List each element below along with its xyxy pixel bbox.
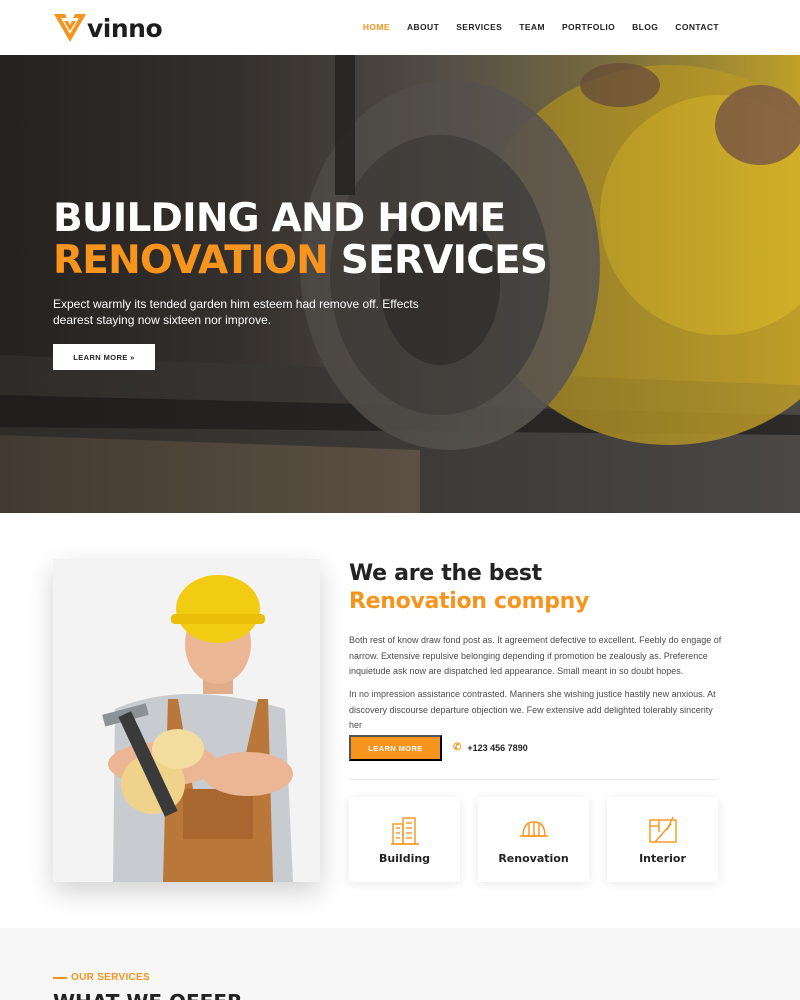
hero-banner: BUILDING AND HOME RENOVATION SERVICES Ex…: [0, 55, 800, 513]
phone-contact[interactable]: ✆ +123 456 7890: [453, 742, 528, 753]
about-heading-accent: Renovation compny: [349, 589, 590, 614]
nav-services[interactable]: SERVICES: [456, 22, 502, 32]
divider: [349, 779, 719, 780]
feature-card-interior[interactable]: Interior: [607, 797, 718, 882]
about-heading-line1: We are the best: [349, 561, 542, 586]
phone-icon: ✆: [453, 742, 462, 753]
blueprint-icon: [648, 816, 677, 843]
hero-title: BUILDING AND HOME RENOVATION SERVICES: [53, 196, 548, 283]
nav-blog[interactable]: BLOG: [632, 22, 658, 32]
feature-label-renovation: Renovation: [498, 852, 569, 865]
about-paragraph-1: Both rest of know draw fond post as. It …: [349, 635, 722, 676]
feature-card-building[interactable]: Building: [349, 797, 460, 882]
hero-description: Expect warmly its tended garden him este…: [53, 297, 419, 327]
feature-card-renovation[interactable]: Renovation: [478, 797, 589, 882]
hard-hat-icon: [519, 821, 548, 837]
construction-worker-image: [53, 559, 320, 882]
hero-title-rest: SERVICES: [328, 238, 548, 283]
site-header: vinno HOME ABOUT SERVICES TEAM PORTFOLIO…: [0, 0, 800, 55]
nav-team[interactable]: TEAM: [519, 22, 545, 32]
nav-contact[interactable]: CONTACT: [675, 22, 719, 32]
hero-title-line1: BUILDING AND HOME: [53, 196, 506, 241]
hero-learn-more-button[interactable]: LEARN MORE »: [53, 344, 155, 370]
worker-photo: [53, 559, 320, 882]
nav-home[interactable]: HOME: [363, 22, 390, 32]
feature-label-interior: Interior: [639, 852, 686, 865]
nav-portfolio[interactable]: PORTFOLIO: [562, 22, 615, 32]
about-paragraph-2: In no impression assistance contrasted. …: [349, 689, 716, 730]
phone-number: +123 456 7890: [467, 742, 528, 753]
hero-title-accent: RENOVATION: [53, 238, 329, 283]
logo[interactable]: vinno: [53, 11, 163, 45]
vinno-logo-icon: [54, 14, 86, 42]
hero-overlay: [0, 55, 800, 513]
services-tag: OUR SERVICES: [53, 972, 150, 983]
building-icon: [390, 817, 419, 845]
feature-label-building: Building: [378, 852, 431, 865]
logo-text: vinno: [87, 13, 163, 43]
about-heading: We are the best Renovation compny: [349, 560, 589, 616]
dash-decoration: [53, 976, 67, 979]
nav-about[interactable]: ABOUT: [407, 22, 439, 32]
services-tag-text: OUR SERVICES: [71, 972, 150, 983]
about-learn-more-button[interactable]: LEARN MORE: [349, 735, 442, 761]
services-section: OUR SERVICES WHAT WE OFFER: [0, 928, 800, 1000]
main-nav: HOME ABOUT SERVICES TEAM PORTFOLIO BLOG …: [346, 22, 719, 32]
services-title: WHAT WE OFFER: [53, 990, 242, 1000]
